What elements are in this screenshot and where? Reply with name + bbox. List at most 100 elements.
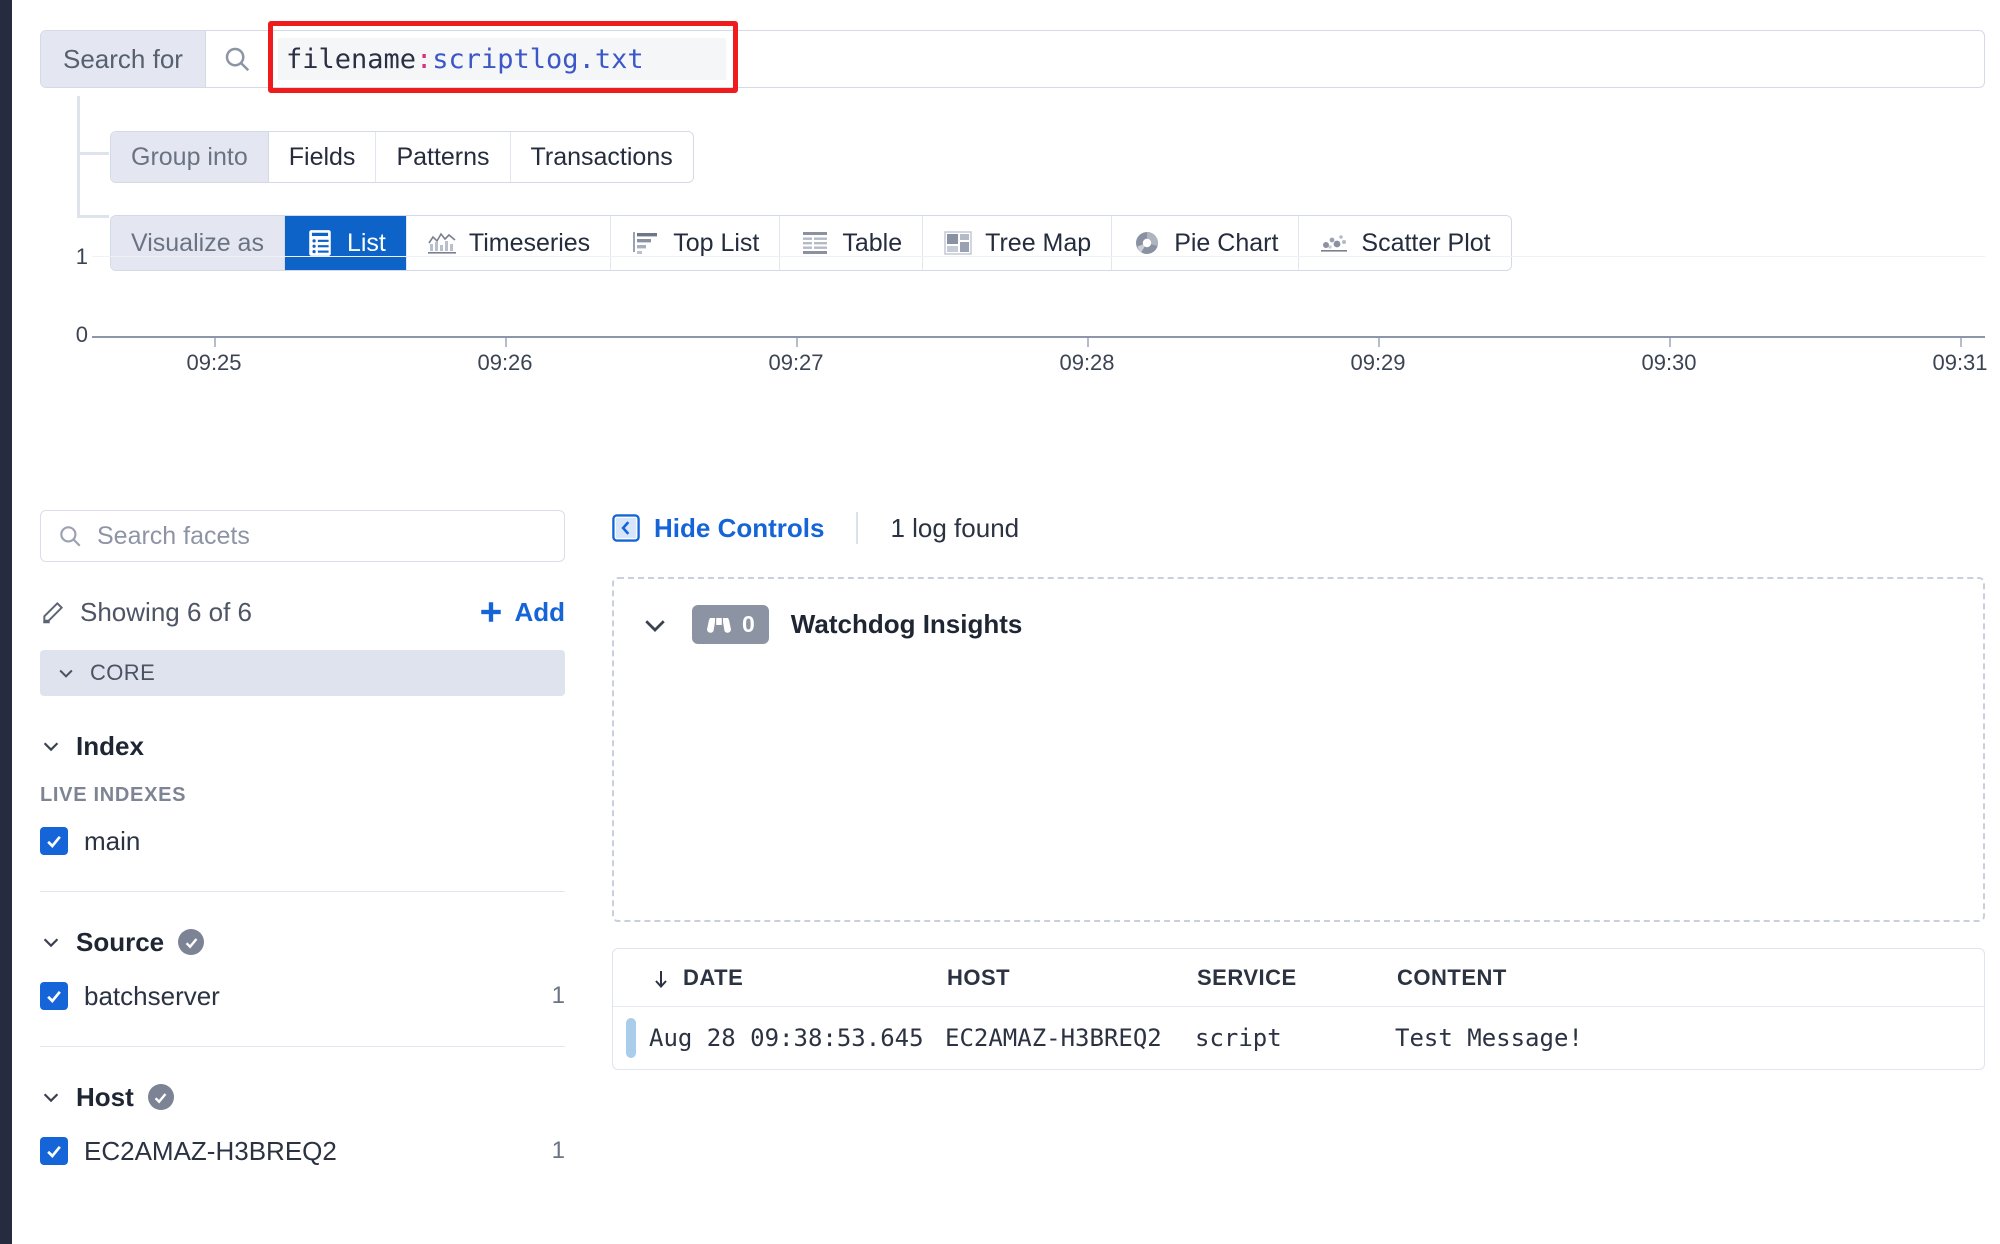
verified-badge-icon: [147, 1084, 174, 1110]
visualize-as-segmented-control[interactable]: Visualize as List Timeseries Top List Ta…: [110, 215, 1512, 271]
facet-section-core[interactable]: CORE: [40, 650, 565, 696]
pie-chart-icon: [1132, 228, 1162, 258]
facet-showing-text: Showing 6 of 6: [80, 596, 253, 627]
visualize-option-label: Scatter Plot: [1361, 228, 1491, 257]
query-value: scriptlog.txt: [432, 43, 644, 75]
chevron-down-icon: [40, 1086, 62, 1108]
visualize-option-pie-chart[interactable]: Pie Chart: [1112, 216, 1300, 270]
visualize-option-tree-map[interactable]: Tree Map: [923, 216, 1113, 270]
visualize-option-table[interactable]: Table: [780, 216, 924, 270]
log-row-content: Test Message!: [1395, 1024, 1583, 1052]
group-into-option-patterns[interactable]: Patterns: [376, 132, 511, 182]
facet-row-count: 1: [551, 982, 565, 1009]
chevron-down-icon[interactable]: [640, 610, 670, 640]
log-table-col-content[interactable]: CONTENT: [1395, 965, 1984, 991]
search-query-wrap[interactable]: filename: scriptlog.txt: [267, 21, 1984, 93]
group-into-label: Group into: [111, 132, 269, 182]
group-into-segmented-control[interactable]: Group into Fields Patterns Transactions: [110, 131, 694, 183]
watchdog-insights-panel: 0 Watchdog Insights: [612, 577, 1985, 922]
facet-sub-label: LIVE INDEXES: [40, 784, 187, 806]
collapse-left-icon: [612, 514, 640, 542]
x-axis-tick-label: 09:31: [1932, 350, 1988, 375]
x-axis-tick: [1087, 338, 1089, 347]
facet-showing-row: Showing 6 of 6 Add: [40, 592, 565, 632]
chevron-down-icon: [40, 931, 62, 953]
log-row-service: script: [1195, 1024, 1282, 1052]
visualize-option-timeseries[interactable]: Timeseries: [406, 216, 612, 270]
results-toolbar: Hide Controls 1 log found: [612, 505, 1985, 551]
visualize-option-label: List: [346, 228, 386, 257]
arrow-down-icon[interactable]: [651, 968, 671, 990]
search-icon: [57, 523, 83, 549]
facet-row-label: batchserver: [84, 980, 220, 1011]
chevron-down-icon: [56, 663, 76, 683]
facet-group-index-header[interactable]: Index: [40, 726, 565, 766]
facet-search-input[interactable]: Search facets: [40, 510, 565, 562]
facet-group-title: Host: [76, 1081, 134, 1112]
x-axis-tick-label: 09:28: [1059, 350, 1115, 375]
log-table-col-date[interactable]: DATE: [649, 965, 945, 991]
verified-badge-icon: [178, 929, 205, 955]
search-for-label: Search for: [41, 31, 206, 87]
x-axis-tick-label: 09:27: [768, 350, 824, 375]
tree-connector-branch-visualize: [77, 215, 109, 218]
facet-checkbox[interactable]: [40, 827, 68, 855]
log-row-date: Aug 28 09:38:53.645: [649, 1024, 924, 1052]
chart-x-axis: [92, 336, 1985, 338]
facet-group-title: Index: [76, 730, 144, 761]
scatter-plot-icon: [1319, 228, 1349, 258]
log-table-col-label: HOST: [947, 964, 1011, 990]
visualize-option-top-list[interactable]: Top List: [611, 216, 781, 270]
log-table-col-service[interactable]: SERVICE: [1195, 965, 1395, 991]
binoculars-icon: [706, 614, 732, 636]
x-axis-tick: [214, 338, 216, 347]
watchdog-count-badge: 0: [692, 605, 769, 644]
facet-search-placeholder: Search facets: [97, 521, 250, 550]
watchdog-insights-header[interactable]: 0 Watchdog Insights: [640, 605, 1983, 644]
facet-group-source-header[interactable]: Source: [40, 922, 565, 962]
facet-group-host-header[interactable]: Host: [40, 1077, 565, 1117]
log-table-col-label: CONTENT: [1397, 964, 1507, 990]
facet-group-host: Host EC2AMAZ-H3BREQ2 1: [40, 1077, 565, 1171]
group-into-option-fields[interactable]: Fields: [268, 132, 377, 182]
search-input[interactable]: filename: scriptlog.txt: [277, 38, 726, 80]
table-icon: [800, 228, 830, 258]
search-bar[interactable]: Search for filename: scriptlog.txt: [40, 21, 1985, 93]
group-into-option-label: Fields: [288, 142, 356, 171]
toolbar-divider: [856, 512, 859, 544]
add-facet-button[interactable]: Add: [478, 597, 565, 628]
visualize-option-scatter-plot[interactable]: Scatter Plot: [1299, 216, 1511, 270]
add-facet-label: Add: [514, 596, 565, 627]
search-icon: [206, 31, 268, 87]
plus-icon: [478, 599, 504, 625]
facet-row-count: 1: [551, 1137, 565, 1164]
facet-showing[interactable]: Showing 6 of 6: [40, 597, 252, 628]
visualize-option-label: Timeseries: [468, 228, 591, 257]
log-table-col-host[interactable]: HOST: [945, 965, 1195, 991]
log-table-col-label: SERVICE: [1197, 964, 1297, 990]
hide-controls-label: Hide Controls: [654, 512, 825, 543]
facet-group-index: Index LIVE INDEXES main: [40, 726, 565, 892]
group-into-option-label: Patterns: [396, 142, 490, 171]
facet-row-host-value[interactable]: EC2AMAZ-H3BREQ2 1: [40, 1131, 565, 1171]
visualize-option-list[interactable]: List: [284, 216, 407, 270]
visualize-option-label: Tree Map: [985, 228, 1092, 257]
x-axis-tick-label: 09:30: [1641, 350, 1697, 375]
x-axis-tick-label: 09:25: [186, 350, 242, 375]
facet-checkbox[interactable]: [40, 982, 68, 1010]
x-axis-tick: [505, 338, 507, 347]
hide-controls-button[interactable]: Hide Controls: [612, 513, 824, 544]
chart-gridline: [92, 256, 1985, 257]
facet-checkbox[interactable]: [40, 1137, 68, 1165]
group-into-option-transactions[interactable]: Transactions: [510, 132, 693, 182]
facet-row-batchserver[interactable]: batchserver 1: [40, 976, 565, 1016]
visualize-option-label: Table: [842, 228, 903, 257]
facet-row-main[interactable]: main: [40, 821, 565, 861]
visualize-as-row: Visualize as List Timeseries Top List Ta…: [110, 215, 1512, 271]
app-left-rail: [0, 0, 12, 1244]
x-axis-tick: [1669, 338, 1671, 347]
table-row[interactable]: Aug 28 09:38:53.645 EC2AMAZ-H3BREQ2 scri…: [613, 1007, 1984, 1069]
visualize-option-label: Top List: [673, 228, 760, 257]
x-axis-tick-label: 09:26: [477, 350, 533, 375]
x-axis-tick: [796, 338, 798, 347]
